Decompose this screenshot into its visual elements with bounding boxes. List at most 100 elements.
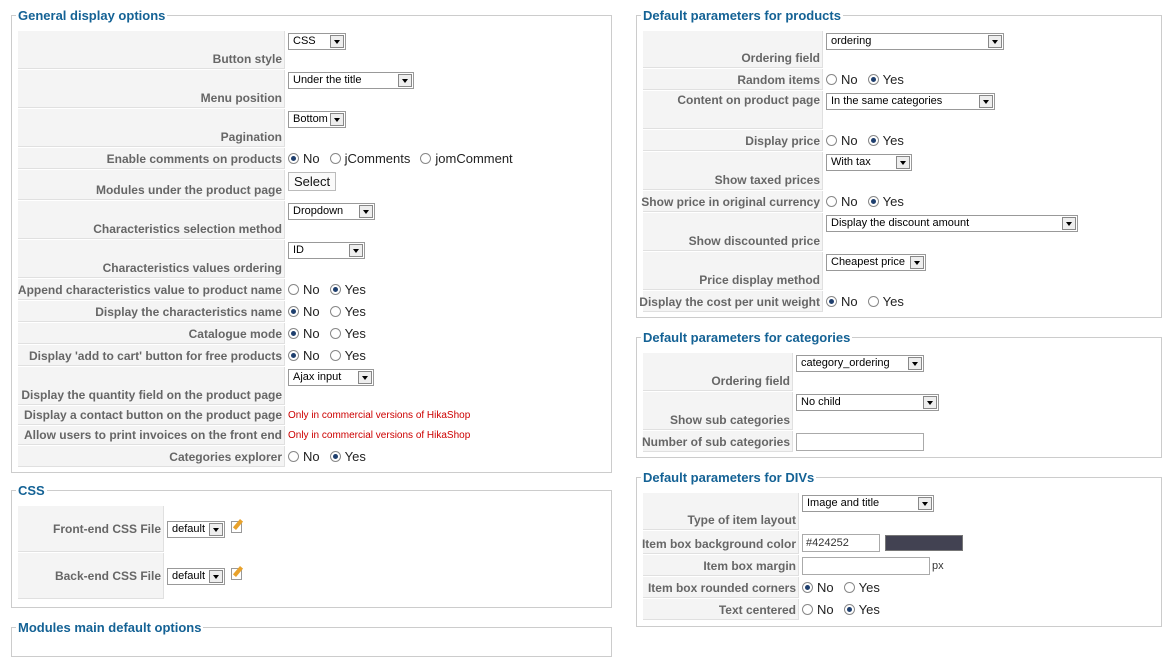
add-cart-no-radio[interactable]: No xyxy=(288,348,320,363)
menu-position-select[interactable]: Under the title xyxy=(288,72,414,89)
content-row: Content on product page In the same cate… xyxy=(643,91,995,129)
backend-css-row: Back-end CSS File default xyxy=(18,553,245,599)
add-cart-label: Display 'add to cart' button for free pr… xyxy=(18,345,285,366)
char-method-label: Characteristics selection method xyxy=(18,201,285,239)
centered-no-radio[interactable]: No xyxy=(802,602,834,617)
quantity-row: Display the quantity field on the produc… xyxy=(18,367,374,405)
frontend-css-label: Front-end CSS File xyxy=(18,506,164,552)
orig-currency-label: Show price in original currency xyxy=(641,191,823,212)
chevron-down-icon xyxy=(330,113,344,126)
cat-ordering-select[interactable]: category_ordering xyxy=(796,355,924,372)
color-swatch[interactable] xyxy=(885,534,963,551)
taxed-label: Show taxed prices xyxy=(643,152,823,190)
orig-currency-yes-radio[interactable]: Yes xyxy=(867,194,904,209)
catalogue-yes-radio[interactable]: Yes xyxy=(329,326,366,341)
display-price-yes-radio[interactable]: Yes xyxy=(867,133,904,148)
divs-panel: Default parameters for DIVs Type of item… xyxy=(636,470,1162,627)
display-char-row: Display the characteristics name No Yes xyxy=(18,301,376,322)
chevron-down-icon xyxy=(1062,217,1076,230)
bg-color-input[interactable]: #424252 xyxy=(802,533,880,552)
margin-unit: px xyxy=(932,559,944,572)
layout-label: Type of item layout xyxy=(643,493,799,530)
rounded-yes-radio[interactable]: Yes xyxy=(843,580,880,595)
append-char-no-radio[interactable]: No xyxy=(288,282,320,297)
css-title: CSS xyxy=(16,483,47,499)
catalogue-label: Catalogue mode xyxy=(18,323,285,344)
add-cart-row: Display 'add to cart' button for free pr… xyxy=(18,345,376,366)
char-ordering-select[interactable]: ID xyxy=(288,242,365,259)
display-price-row: Display price No Yes xyxy=(643,130,914,151)
cat-explorer-row: Categories explorer No Yes xyxy=(18,446,376,467)
css-panel: CSS Front-end CSS File default Back-end … xyxy=(11,483,612,608)
random-no-radio[interactable]: No xyxy=(826,72,858,87)
cat-explorer-label: Categories explorer xyxy=(18,446,285,467)
rounded-row: Item box rounded corners No Yes xyxy=(643,577,890,598)
comments-no-radio[interactable]: No xyxy=(288,151,320,166)
layout-select[interactable]: Image and title xyxy=(802,495,934,512)
frontend-css-select[interactable]: default xyxy=(167,520,225,538)
centered-yes-radio[interactable]: Yes xyxy=(843,602,880,617)
cat-explorer-yes-radio[interactable]: Yes xyxy=(329,449,366,464)
add-cart-yes-radio[interactable]: Yes xyxy=(329,348,366,363)
chevron-down-icon xyxy=(358,371,372,384)
random-yes-radio[interactable]: Yes xyxy=(867,72,904,87)
prod-ordering-row: Ordering field ordering xyxy=(643,31,1004,68)
divs-title: Default parameters for DIVs xyxy=(641,470,817,486)
categories-panel: Default parameters for categories Orderi… xyxy=(636,330,1162,458)
taxed-select[interactable]: With tax xyxy=(826,154,912,171)
frontend-css-row: Front-end CSS File default xyxy=(18,506,245,552)
comments-jomcomment-radio[interactable]: jomComment xyxy=(420,151,513,166)
products-title: Default parameters for products xyxy=(641,8,843,24)
append-char-yes-radio[interactable]: Yes xyxy=(329,282,366,297)
chevron-down-icon xyxy=(896,156,910,169)
bg-label: Item box background color xyxy=(642,531,799,554)
display-price-label: Display price xyxy=(643,130,823,151)
button-style-select[interactable]: CSS xyxy=(288,33,346,50)
general-display-options-title: General display options xyxy=(16,8,168,24)
unit-weight-label: Display the cost per unit weight xyxy=(639,291,823,312)
modules-main-panel: Modules main default options xyxy=(11,620,612,657)
append-char-label: Append characteristics value to product … xyxy=(18,279,285,300)
modules-select-button[interactable]: Select xyxy=(288,172,337,191)
menu-position-row: Menu position Under the title xyxy=(18,70,414,108)
cat-ordering-label: Ordering field xyxy=(643,353,793,391)
random-row: Random items No Yes xyxy=(643,69,914,90)
chevron-down-icon xyxy=(908,357,922,370)
catalogue-no-radio[interactable]: No xyxy=(288,326,320,341)
cat-explorer-no-radio[interactable]: No xyxy=(288,449,320,464)
random-label: Random items xyxy=(643,69,823,90)
pagination-select[interactable]: Bottom xyxy=(288,111,346,128)
unit-weight-yes-radio[interactable]: Yes xyxy=(867,294,904,309)
contact-row: Display a contact button on the product … xyxy=(18,406,470,425)
content-select[interactable]: In the same categories xyxy=(826,93,995,110)
chevron-down-icon xyxy=(330,35,344,48)
comments-jcomments-radio[interactable]: jComments xyxy=(329,151,410,166)
backend-css-select[interactable]: default xyxy=(167,567,225,585)
cat-ordering-row: Ordering field category_ordering xyxy=(643,353,924,391)
button-style-row: Button style CSS xyxy=(18,31,346,69)
edit-icon[interactable] xyxy=(231,519,245,533)
prod-ordering-select[interactable]: ordering xyxy=(826,33,1004,50)
sub-cat-label: Show sub categories xyxy=(643,392,793,430)
display-price-no-radio[interactable]: No xyxy=(826,133,858,148)
char-ordering-row: Characteristics values ordering ID xyxy=(18,240,365,278)
unit-weight-no-radio[interactable]: No xyxy=(826,294,858,309)
append-char-row: Append characteristics value to product … xyxy=(18,279,376,300)
contact-label: Display a contact button on the product … xyxy=(18,406,285,425)
margin-label: Item box margin xyxy=(643,555,799,576)
discounted-select[interactable]: Display the discount amount xyxy=(826,215,1078,232)
price-method-select[interactable]: Cheapest price xyxy=(826,254,926,271)
taxed-row: Show taxed prices With tax xyxy=(643,152,912,190)
edit-icon[interactable] xyxy=(231,566,245,580)
orig-currency-no-radio[interactable]: No xyxy=(826,194,858,209)
char-method-select[interactable]: Dropdown xyxy=(288,203,375,220)
quantity-select[interactable]: Ajax input xyxy=(288,369,374,386)
rounded-no-radio[interactable]: No xyxy=(802,580,834,595)
margin-input[interactable] xyxy=(802,556,930,575)
quantity-label: Display the quantity field on the produc… xyxy=(18,367,285,405)
centered-row: Text centered No Yes xyxy=(643,599,890,620)
display-char-no-radio[interactable]: No xyxy=(288,304,320,319)
sub-cat-select[interactable]: No child xyxy=(796,394,939,411)
display-char-yes-radio[interactable]: Yes xyxy=(329,304,366,319)
num-sub-input[interactable] xyxy=(796,432,924,451)
